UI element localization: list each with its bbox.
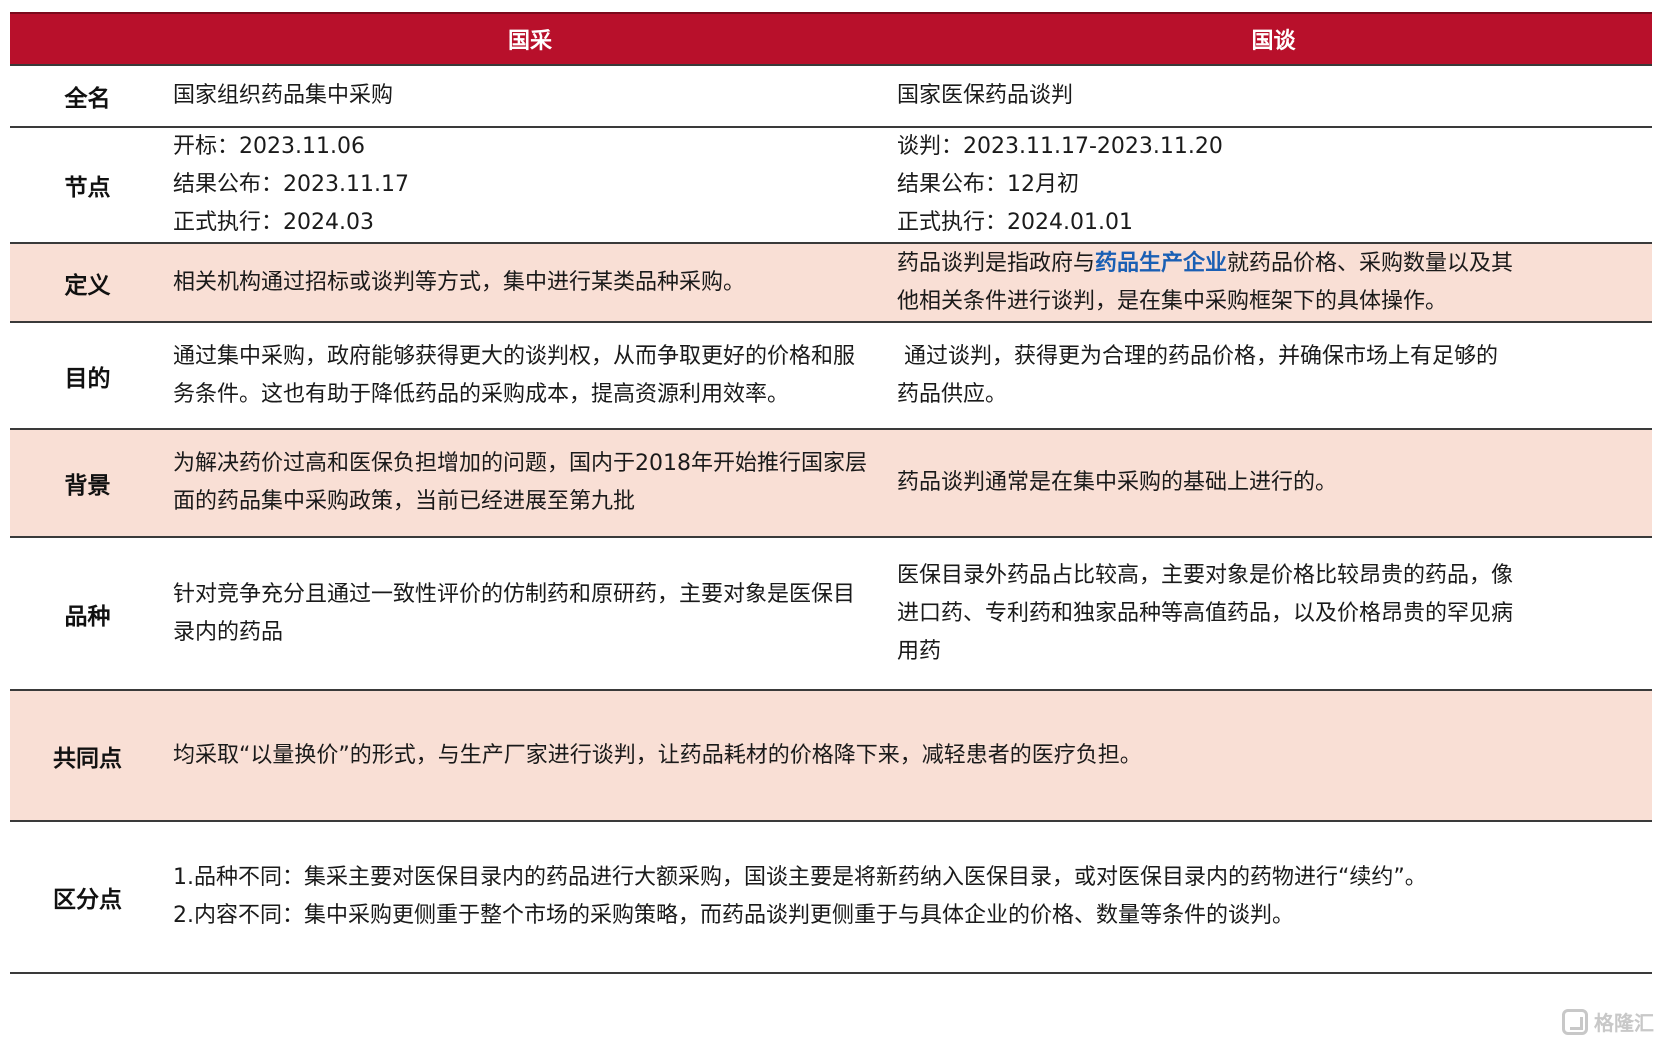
fullname-guotan: 国家医保药品谈判 [897,83,1074,108]
watermark-text: 格隆汇 [1594,1011,1654,1035]
header-col-guocai: 国采 [507,29,552,54]
text-line: 面的药品集中采购政策，当前已经进展至第九批 [173,489,636,514]
node-line: 谈判：2023.11.17-2023.11.20 [897,134,1223,159]
row-label: 背景 [64,473,111,499]
background-guotan: 药品谈判通常是在集中采购的基础上进行的。 [897,470,1338,495]
row-nodes: 节点 开标：2023.11.06 结果公布：2023.11.17 正式执行：20… [10,128,1652,244]
row-variety: 品种 针对竞争充分且通过一致性评价的仿制药和原研药，主要对象是医保目 录内的药品… [10,538,1652,691]
fullname-guocai: 国家组织药品集中采购 [173,83,394,108]
variety-guocai: 针对竞争充分且通过一致性评价的仿制药和原研药，主要对象是医保目 录内的药品 [165,538,895,689]
row-label: 品种 [64,603,111,630]
row-fullname: 全名 国家组织药品集中采购 国家医保药品谈判 [10,66,1652,128]
row-label: 全名 [64,86,111,112]
purpose-guocai: 通过集中采购，政府能够获得更大的谈判权，从而争取更好的价格和服 务条件。这也有助… [165,323,895,428]
definition-line-1: 药品谈判是指政府与药品生产企业就药品价格、采购数量以及其 [897,250,1514,276]
watermark: 格隆汇 [1562,1007,1654,1036]
node-line: 结果公布：12月初 [897,172,1079,197]
comparison-table: 国采 国谈 全名 国家组织药品集中采购 国家医保药品谈判 节点 开标：2023.… [10,12,1652,974]
header-col-guotan: 国谈 [1251,29,1296,54]
difference-text: 1.品种不同：集采主要对医保目录内的药品进行大额采购，国谈主要是将新药纳入医保目… [165,822,1652,972]
node-line: 结果公布：2023.11.17 [173,172,409,197]
text-line: 2.内容不同：集中采购更侧重于整个市场的采购策略，而药品谈判更侧重于与具体企业的… [173,903,1294,928]
common-text: 均采取“以量换价”的形式，与生产厂家进行谈判，让药品耗材的价格降下来，减轻患者的… [173,742,1142,768]
node-line: 正式执行：2024.03 [173,210,374,235]
text-line: 通过集中采购，政府能够获得更大的谈判权，从而争取更好的价格和服 [173,343,856,369]
row-label: 定义 [64,272,111,299]
nodes-guocai: 开标：2023.11.06 结果公布：2023.11.17 正式执行：2024.… [165,128,895,242]
text-line: 录内的药品 [173,619,284,645]
text-line: 为解决药价过高和医保负担增加的问题，国内于2018年开始推行国家层 [173,451,867,476]
text-line: 进口药、专利药和独家品种等高值药品，以及价格昂贵的罕见病 [897,600,1514,626]
definition-line-2: 他相关条件进行谈判，是在集中采购框架下的具体操作。 [897,288,1448,314]
text-line: 针对竞争充分且通过一致性评价的仿制药和原研药，主要对象是医保目 [173,581,856,607]
text-line: 药品供应。 [897,381,1008,407]
text-line: 通过谈判，获得更为合理的药品价格，并确保市场上有足够的 [897,343,1498,369]
definition-guotan: 药品谈判是指政府与药品生产企业就药品价格、采购数量以及其 他相关条件进行谈判，是… [895,244,1652,321]
row-definition: 定义 相关机构通过招标或谈判等方式，集中进行某类品种采购。 药品谈判是指政府与药… [10,244,1652,323]
row-label: 区分点 [53,887,122,913]
row-label: 节点 [64,175,111,201]
variety-guotan: 医保目录外药品占比较高，主要对象是价格比较昂贵的药品，像 进口药、专利药和独家品… [895,538,1652,689]
row-label: 目的 [64,365,111,392]
table-header: 国采 国谈 [10,12,1652,66]
text-line: 务条件。这也有助于降低药品的采购成本，提高资源利用效率。 [173,381,790,407]
nodes-guotan: 谈判：2023.11.17-2023.11.20 结果公布：12月初 正式执行：… [895,128,1652,242]
purpose-guotan: 通过谈判，获得更为合理的药品价格，并确保市场上有足够的 药品供应。 [895,323,1652,428]
definition-guocai: 相关机构通过招标或谈判等方式，集中进行某类品种采购。 [173,269,746,295]
row-purpose: 目的 通过集中采购，政府能够获得更大的谈判权，从而争取更好的价格和服 务条件。这… [10,323,1652,430]
row-difference: 区分点 1.品种不同：集采主要对医保目录内的药品进行大额采购，国谈主要是将新药纳… [10,822,1652,974]
text-line: 1.品种不同：集采主要对医保目录内的药品进行大额采购，国谈主要是将新药纳入医保目… [173,865,1427,890]
text-line: 用药 [897,638,942,664]
node-line: 开标：2023.11.06 [173,134,365,159]
row-common: 共同点 均采取“以量换价”的形式，与生产厂家进行谈判，让药品耗材的价格降下来，减… [10,691,1652,822]
text-line: 医保目录外药品占比较高，主要对象是价格比较昂贵的药品，像 [897,562,1514,588]
row-label: 共同点 [53,745,122,772]
highlight-term: 药品生产企业 [1095,250,1228,276]
node-line: 正式执行：2024.01.01 [897,210,1133,235]
gelonghui-logo-icon [1562,1008,1588,1035]
background-guocai: 为解决药价过高和医保负担增加的问题，国内于2018年开始推行国家层 面的药品集中… [165,430,895,536]
row-background: 背景 为解决药价过高和医保负担增加的问题，国内于2018年开始推行国家层 面的药… [10,430,1652,538]
